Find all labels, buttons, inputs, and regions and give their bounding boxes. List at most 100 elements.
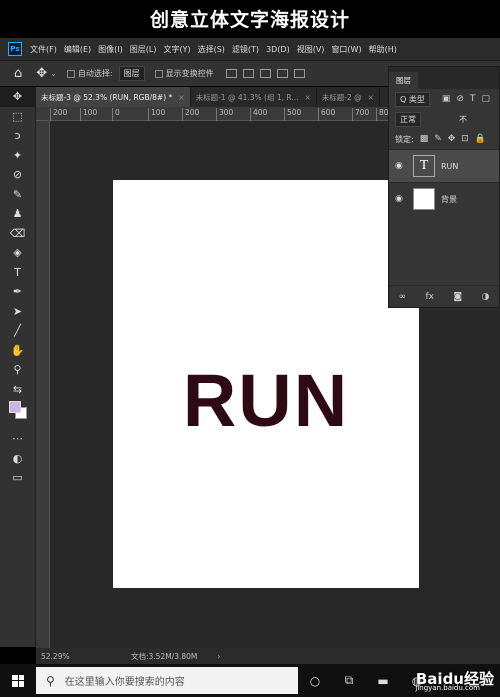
- eraser-tool-icon[interactable]: ⌫: [0, 224, 35, 244]
- align-center-icon[interactable]: [242, 69, 254, 78]
- ruler-tick: 100: [80, 108, 97, 121]
- brush-tool-icon[interactable]: ✎: [0, 185, 35, 205]
- ruler-tick: 200: [50, 108, 67, 121]
- tab-label: 未标题-2 @: [321, 92, 362, 102]
- hand-tool-icon[interactable]: ✋: [0, 341, 35, 361]
- ruler-tick: 700: [352, 108, 369, 121]
- chevron-down-icon[interactable]: ⌄: [50, 69, 57, 78]
- menu-3d[interactable]: 3D(D): [266, 45, 290, 54]
- marquee-tool-icon[interactable]: ⬚: [0, 107, 35, 127]
- video-title-bar: 创意立体文字海报设计: [0, 0, 500, 36]
- windows-start-icon[interactable]: [0, 664, 36, 697]
- show-transform-label: 显示变换控件: [165, 69, 214, 78]
- tab-label: 未标题-1 @ 41.3% (组 1, R...: [195, 92, 299, 102]
- align-left-icon[interactable]: [225, 69, 237, 78]
- mask-icon[interactable]: ◙: [453, 292, 462, 302]
- ruler-tick: 400: [250, 108, 267, 121]
- zoom-tool-icon[interactable]: ⚲: [0, 360, 35, 380]
- magic-wand-tool-icon[interactable]: ✦: [0, 146, 35, 166]
- swap-colors-icon[interactable]: ⇆: [0, 380, 35, 400]
- eye-icon[interactable]: ◉: [395, 194, 409, 204]
- ruler-tick: 0: [112, 108, 120, 121]
- tab-layers[interactable]: 图层: [389, 72, 418, 89]
- document-info: 文档:3.52M/3.80M: [131, 651, 198, 661]
- menu-file[interactable]: 文件(F): [30, 44, 57, 55]
- auto-select-dropdown[interactable]: 图层: [118, 66, 145, 81]
- align-middle-icon[interactable]: [293, 69, 305, 78]
- lock-row: 锁定: ▩✎✥⊡🔒: [389, 129, 499, 149]
- document-canvas[interactable]: RUN: [113, 180, 419, 588]
- lasso-tool-icon[interactable]: ↄ: [0, 126, 35, 146]
- opacity-field[interactable]: 不: [459, 114, 467, 125]
- taskbar-search-box[interactable]: ⚲ 在这里输入你要搜索的内容: [36, 667, 298, 694]
- stamp-tool-icon[interactable]: ♟: [0, 204, 35, 224]
- file-explorer-icon[interactable]: ▬: [366, 664, 400, 697]
- layer-filter-dropdown[interactable]: Q 类型: [395, 91, 430, 107]
- vertical-ruler: [36, 121, 50, 648]
- menu-image[interactable]: 图像(I): [98, 44, 123, 55]
- baidu-watermark-url: jingyan.baidu.com: [415, 684, 480, 692]
- align-top-icon[interactable]: [276, 69, 288, 78]
- auto-select-checkbox[interactable]: [66, 69, 75, 78]
- photoshop-logo-icon: Ps: [8, 42, 22, 56]
- layer-background[interactable]: ◉ 背景: [389, 182, 499, 215]
- run-text-layer[interactable]: RUN: [113, 358, 419, 443]
- path-select-tool-icon[interactable]: ➤: [0, 302, 35, 322]
- document-tabs: 未标题-3 @ 52.3% (RUN, RGB/8#) * × 未标题-1 @ …: [36, 87, 388, 107]
- line-tool-icon[interactable]: ╱: [0, 321, 35, 341]
- tab-document-1[interactable]: 未标题-1 @ 41.3% (组 1, R... ×: [191, 87, 317, 107]
- close-icon[interactable]: ×: [304, 93, 310, 102]
- move-tool-icon[interactable]: ✥: [36, 66, 47, 81]
- eyedropper-tool-icon[interactable]: ⊘: [0, 165, 35, 185]
- ruler-tick: 200: [182, 108, 199, 121]
- close-icon[interactable]: ×: [368, 93, 374, 102]
- zoom-level[interactable]: 52.29%: [41, 652, 91, 661]
- align-right-icon[interactable]: [259, 69, 271, 78]
- menu-edit[interactable]: 编辑(E): [64, 44, 91, 55]
- home-icon[interactable]: ⌂: [14, 66, 22, 81]
- filter-icons[interactable]: ▣⊘T▢: [442, 94, 496, 104]
- menu-type[interactable]: 文字(Y): [163, 44, 190, 55]
- fx-icon[interactable]: fx: [426, 292, 435, 302]
- ruler-tick: 500: [284, 108, 301, 121]
- layers-panel-footer: ∞ fx ◙ ◑: [389, 285, 499, 307]
- screen-mode-icon[interactable]: ▭: [0, 468, 35, 488]
- quick-mask-icon[interactable]: ◐: [0, 449, 35, 469]
- foreground-color-swatch[interactable]: [9, 401, 21, 413]
- pen-tool-icon[interactable]: ✒: [0, 282, 35, 302]
- menu-help[interactable]: 帮助(H): [369, 44, 397, 55]
- task-view-icon[interactable]: ⧉: [332, 664, 366, 697]
- chevron-right-icon[interactable]: ›: [217, 652, 220, 661]
- menu-window[interactable]: 窗口(W): [331, 44, 361, 55]
- color-swatches[interactable]: [0, 399, 35, 429]
- tab-document-3[interactable]: 未标题-3 @ 52.3% (RUN, RGB/8#) * ×: [36, 87, 191, 107]
- layer-name: RUN: [441, 161, 459, 171]
- blend-mode-dropdown[interactable]: 正常: [395, 111, 421, 127]
- menu-filter[interactable]: 滤镜(T): [232, 44, 259, 55]
- cortana-icon[interactable]: ○: [298, 664, 332, 697]
- blend-mode-row: 正常 不: [389, 109, 499, 129]
- menu-select[interactable]: 选择(S): [198, 44, 225, 55]
- align-buttons: [225, 69, 311, 78]
- show-transform-checkbox[interactable]: [154, 69, 163, 78]
- menu-view[interactable]: 视图(V): [297, 44, 325, 55]
- layer-run[interactable]: ◉ T RUN: [389, 149, 499, 182]
- horizontal-ruler: 200 100 0 100 200 300 400 500 600 700 80…: [36, 107, 393, 121]
- layer-name: 背景: [441, 194, 457, 204]
- tab-document-2[interactable]: 未标题-2 @ ×: [317, 87, 380, 107]
- close-icon[interactable]: ×: [178, 93, 184, 102]
- link-icon[interactable]: ∞: [399, 292, 407, 302]
- menu-layer[interactable]: 图层(L): [130, 44, 157, 55]
- menu-bar: Ps 文件(F) 编辑(E) 图像(I) 图层(L) 文字(Y) 选择(S) 滤…: [0, 38, 500, 60]
- more-tools-icon[interactable]: ⋯: [0, 429, 35, 449]
- type-tool-icon[interactable]: T: [0, 263, 35, 283]
- lock-icons[interactable]: ▩✎✥⊡🔒: [420, 134, 492, 144]
- search-placeholder: 在这里输入你要搜索的内容: [64, 677, 185, 688]
- eye-icon[interactable]: ◉: [395, 161, 409, 171]
- layer-filter-row: Q 类型 ▣⊘T▢: [389, 89, 499, 109]
- background-thumbnail: [413, 188, 435, 210]
- paint-bucket-tool-icon[interactable]: ◈: [0, 243, 35, 263]
- adjustment-icon[interactable]: ◑: [481, 292, 489, 302]
- move-tool-icon[interactable]: ✥: [0, 87, 35, 107]
- auto-select-label: 自动选择:: [77, 69, 113, 78]
